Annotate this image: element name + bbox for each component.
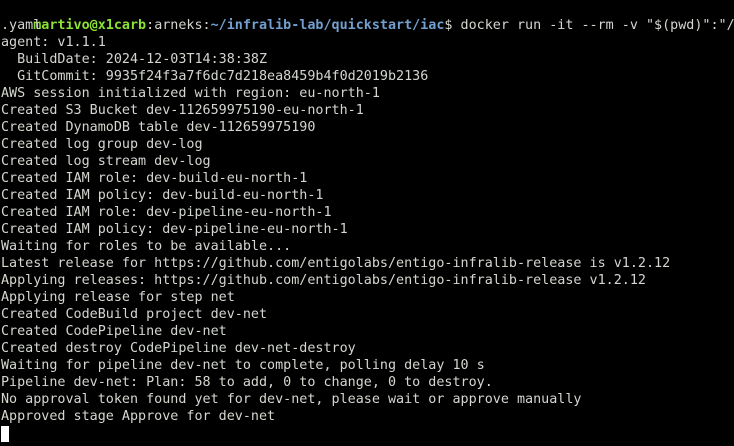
output-line: Created S3 Bucket dev-112659975190-eu-no… [1,103,364,118]
output-line: Created DynamoDB table dev-112659975190 [1,120,316,135]
output-line: Created destroy CodePipeline dev-net-des… [1,341,356,356]
prompt-separator: : [146,18,155,33]
output-line: No approval token found yet for dev-net,… [1,392,582,407]
terminal-cursor [1,426,9,442]
output-line: Created IAM role: dev-build-eu-north-1 [1,171,308,186]
output-line: Applying release for step net [1,290,235,305]
output-line: Pipeline dev-net: Plan: 58 to add, 0 to … [1,375,493,390]
output-line: Created log stream dev-log [1,154,211,169]
output-line: Created CodePipeline dev-net [1,324,227,339]
output-line: Waiting for pipeline dev-net to complete… [1,358,485,373]
output-line: Applying releases: https://github.com/en… [1,273,646,288]
prompt-symbol: $ [444,18,461,33]
terminal-window[interactable]: martivo@x1carb:arneks:~/infralib-lab/qui… [0,0,734,446]
output-line: agent: v1.1.1 [1,35,106,50]
prompt-path: ~/infralib-lab/quickstart/iac [210,18,445,33]
output-line: AWS session initialized with region: eu-… [1,86,380,101]
output-line: Waiting for roles to be available... [1,239,292,254]
command-wrap-line: .yaml [1,18,42,33]
output-line: Created CodeBuild project dev-net [1,307,268,322]
prompt-line: martivo@x1carb:arneks:~/infralib-lab/qui… [1,0,734,33]
output-line: Created IAM role: dev-pipeline-eu-north-… [1,205,332,220]
output-line: Created IAM policy: dev-pipeline-eu-nort… [1,222,348,237]
output-line: GitCommit: 9935f24f3a7f6dc7d218ea8459b4f… [1,69,429,84]
prompt-profile: arneks: [154,18,211,33]
output-line: Created log group dev-log [1,137,203,152]
output-line: Approved stage Approve for dev-net [1,409,276,424]
output-line: Latest release for https://github.com/en… [1,256,671,271]
output-line: BuildDate: 2024-12-03T14:38:38Z [1,52,268,67]
prompt-user-host: martivo@x1carb [33,18,147,33]
output-line: Created IAM policy: dev-build-eu-north-1 [1,188,324,203]
command-text: docker run -it --rm -v "$(pwd)":"/conf" [460,18,734,33]
